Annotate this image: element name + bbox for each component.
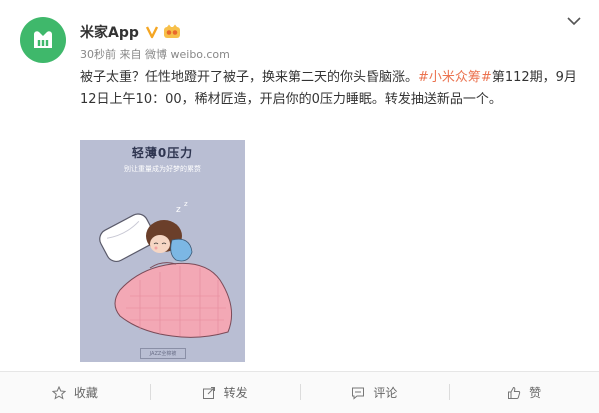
svg-text:z: z (184, 200, 188, 208)
like-button[interactable]: 赞 (449, 372, 599, 413)
post-image[interactable]: z z 轻薄0压力 别让重量成为好梦的累赘 JAZZ全棉被 (80, 140, 245, 362)
comment-icon (352, 387, 365, 400)
comment-label: 评论 (373, 386, 398, 400)
image-footer-label: JAZZ全棉被 (140, 348, 186, 359)
favorite-label: 收藏 (73, 386, 98, 400)
vip-badge-icon[interactable] (163, 24, 181, 40)
chevron-down-icon[interactable] (567, 16, 581, 26)
avatar[interactable] (20, 17, 66, 63)
like-label: 赞 (529, 386, 542, 400)
verified-v-icon (144, 25, 159, 39)
source-prefix: 来自 (119, 48, 142, 61)
post-text-part1: 被子太重？任性地蹬开了被子，换来第二天的你头昏脑涨。 (80, 70, 419, 85)
author-row: 米家App (80, 22, 181, 42)
weibo-post-card: 米家App 30秒前 来自 微博 weibo.com 被子太重？任性地蹬开了被子… (0, 0, 599, 413)
star-icon (51, 385, 66, 400)
action-bar: 收藏 转发 评论 赞 (0, 371, 599, 413)
share-icon (202, 386, 215, 399)
username[interactable]: 米家App (80, 22, 139, 42)
thumbs-up-icon (508, 386, 521, 399)
topic-link[interactable]: #小米众筹# (418, 70, 492, 85)
repost-label: 转发 (223, 386, 248, 400)
comment-button[interactable]: 评论 (299, 372, 450, 413)
image-title: 轻薄0压力 (131, 146, 194, 160)
post-source[interactable]: 微博 weibo.com (145, 48, 230, 61)
image-subtitle: 别让重量成为好梦的累赘 (124, 165, 201, 173)
post-time[interactable]: 30秒前 (80, 48, 116, 61)
favorite-button[interactable]: 收藏 (0, 372, 150, 413)
mijia-logo-icon (34, 31, 52, 48)
svg-text:z: z (176, 205, 181, 215)
post-meta: 30秒前 来自 微博 weibo.com (80, 46, 230, 62)
repost-button[interactable]: 转发 (149, 372, 300, 413)
post-text: 被子太重？任性地蹬开了被子，换来第二天的你头昏脑涨。#小米众筹#第112期，9月… (80, 67, 580, 111)
